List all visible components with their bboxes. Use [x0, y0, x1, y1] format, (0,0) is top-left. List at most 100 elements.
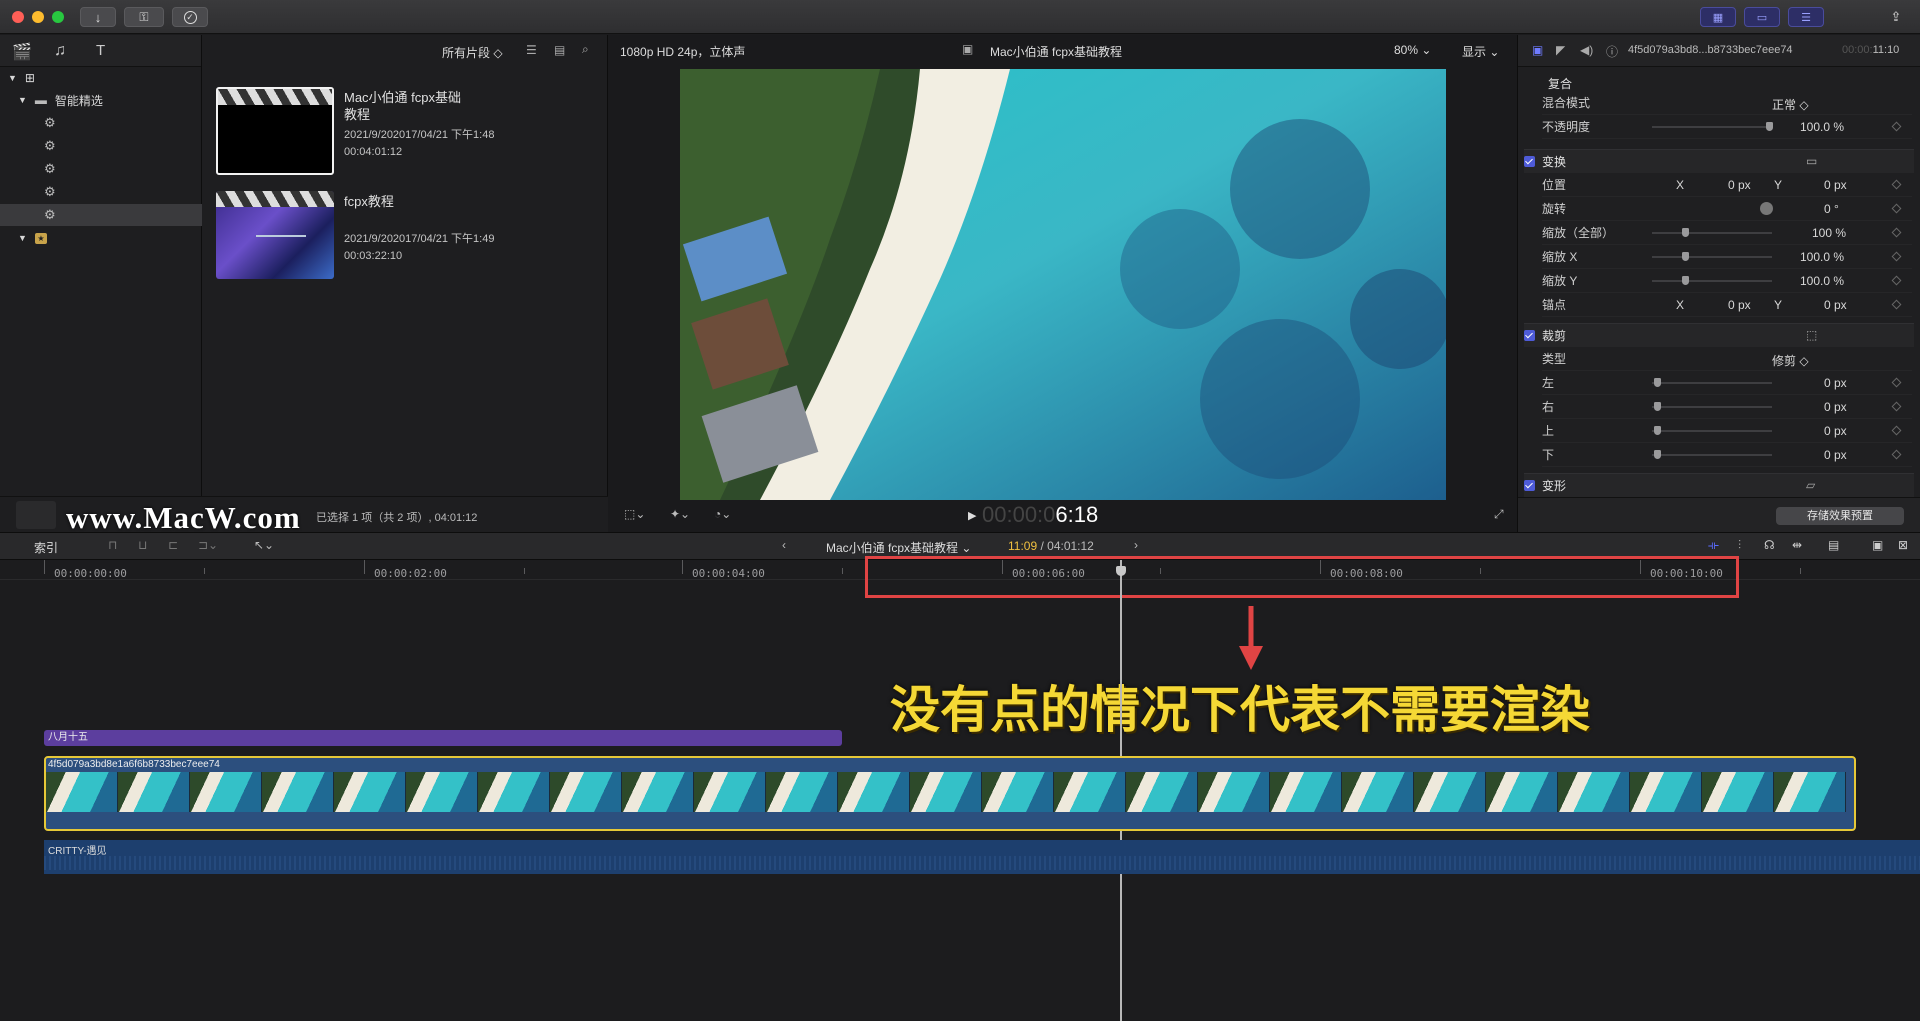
background-tasks-button[interactable]: ✓ — [172, 7, 208, 27]
crop-right-value[interactable]: 0 px — [1824, 400, 1847, 414]
scale-y-knob[interactable] — [1682, 276, 1689, 285]
filmstrip-icon[interactable]: ▤ — [554, 43, 565, 57]
video-inspector-icon[interactable]: ▣ — [1532, 43, 1543, 57]
disclosure-triangle-icon[interactable]: ▼ — [8, 73, 17, 83]
effects-browser-icon[interactable]: ▣ — [1872, 538, 1883, 552]
zoom-dropdown[interactable]: 80% ⌄ — [1394, 43, 1431, 57]
keyframe-icon[interactable] — [1891, 425, 1902, 436]
fullscreen-icon[interactable]: ⤢ — [1494, 507, 1504, 522]
smart-collection-item[interactable]: ⚙ — [0, 181, 202, 203]
audio-inspector-icon[interactable]: ◀) — [1580, 43, 1593, 57]
smart-collection-item[interactable]: ⚙ — [0, 112, 202, 134]
browser-clip[interactable]: Mac小伯通 fcpx基础 教程 2021/9/202017/04/21 下午1… — [214, 87, 594, 179]
audio-clip[interactable]: CRITTY-遇见 — [44, 840, 1920, 874]
titles-generators-icon[interactable]: T — [96, 42, 105, 59]
keyframe-icon[interactable] — [1891, 377, 1902, 388]
crop-right-slider[interactable] — [1652, 406, 1772, 408]
crop-checkbox[interactable] — [1524, 330, 1535, 341]
distort-onscreen-icon[interactable]: ▱ — [1806, 478, 1815, 492]
insert-clip-icon[interactable]: ⊔ — [138, 538, 147, 552]
photos-audio-icon[interactable]: ♫ — [54, 42, 66, 60]
search-icon[interactable]: ⌕ — [582, 42, 589, 57]
smart-collections-folder[interactable]: ▼ ▬ 智能精选 — [0, 89, 202, 111]
crop-right-knob[interactable] — [1654, 402, 1661, 411]
headphones-icon[interactable]: ☊ — [1764, 538, 1775, 552]
scale-y-slider[interactable] — [1652, 280, 1772, 282]
overwrite-clip-icon[interactable]: ⊐⌄ — [198, 538, 218, 552]
opacity-value[interactable]: 100.0 % — [1800, 120, 1844, 134]
clip-filter-dropdown[interactable]: 所有片段 ◇ — [442, 44, 503, 61]
clip-thumbnail[interactable] — [216, 191, 334, 279]
keywords-button[interactable]: ⚿ — [124, 7, 164, 27]
event-item[interactable]: ▼ ★ — [0, 227, 202, 249]
crop-top-knob[interactable] — [1654, 426, 1661, 435]
clip-appearance-icon[interactable]: ☰ — [526, 43, 537, 57]
keyframe-icon[interactable] — [1891, 179, 1902, 190]
viewer-video-frame[interactable] — [680, 69, 1446, 500]
keyframe-icon[interactable] — [1891, 203, 1902, 214]
scale-x-slider[interactable] — [1652, 256, 1772, 258]
keyframe-icon[interactable] — [1891, 275, 1902, 286]
browser-clip[interactable]: fcpx教程 2021/9/202017/04/21 下午1:49 00:03:… — [214, 191, 594, 283]
playhead-handle[interactable] — [1116, 566, 1126, 576]
transform-onscreen-icon[interactable]: ▭ — [1806, 154, 1817, 168]
keyframe-icon[interactable] — [1891, 227, 1902, 238]
connect-clip-icon[interactable]: ⊓ — [108, 538, 117, 552]
save-effects-preset-button[interactable]: 存储效果预置 — [1776, 507, 1904, 525]
position-y-value[interactable]: 0 px — [1824, 178, 1847, 192]
position-x-value[interactable]: 0 px — [1728, 178, 1751, 192]
crop-left-knob[interactable] — [1654, 378, 1661, 387]
crop-left-slider[interactable] — [1652, 382, 1772, 384]
transform-tool-icon[interactable]: ⬚⌄ — [624, 507, 645, 521]
back-icon[interactable]: ‹ — [782, 538, 786, 552]
scale-y-value[interactable]: 100.0 % — [1800, 274, 1844, 288]
crop-type-dropdown[interactable]: 修剪 ◇ — [1772, 352, 1809, 369]
skimming-icon[interactable]: ⟛ — [1708, 538, 1719, 553]
crop-top-value[interactable]: 0 px — [1824, 424, 1847, 438]
crop-bottom-slider[interactable] — [1652, 454, 1772, 456]
import-button[interactable]: ↓ — [80, 7, 116, 27]
keyframe-icon[interactable] — [1891, 299, 1902, 310]
minimize-window-button[interactable] — [32, 11, 44, 23]
rotation-dial-icon[interactable] — [1760, 202, 1773, 215]
crop-bottom-value[interactable]: 0 px — [1824, 448, 1847, 462]
timeline-layout-button[interactable]: ▭ — [1744, 7, 1780, 27]
disclosure-triangle-icon[interactable]: ▼ — [18, 233, 27, 243]
anchor-x-value[interactable]: 0 px — [1728, 298, 1751, 312]
clip-appearance-icon[interactable]: ▤ — [1828, 538, 1839, 552]
share-button[interactable]: ⇪ — [1882, 7, 1910, 27]
zoom-window-button[interactable] — [52, 11, 64, 23]
close-window-button[interactable] — [12, 11, 24, 23]
scale-x-value[interactable]: 100.0 % — [1800, 250, 1844, 264]
inspector-layout-button[interactable]: ☰ — [1788, 7, 1824, 27]
opacity-slider[interactable] — [1652, 126, 1772, 128]
append-clip-icon[interactable]: ⊏ — [168, 538, 178, 552]
anchor-y-value[interactable]: 0 px — [1824, 298, 1847, 312]
crop-bottom-knob[interactable] — [1654, 450, 1661, 459]
smart-collection-item-selected[interactable]: ⚙ — [0, 204, 202, 226]
timeline-project-name[interactable]: Mac小伯通 fcpx基础教程 ⌄ — [826, 539, 971, 556]
keyframe-icon[interactable] — [1891, 401, 1902, 412]
speed-icon[interactable]: ◔⌄ — [714, 507, 731, 521]
distort-checkbox[interactable] — [1524, 480, 1535, 491]
audio-skimming-icon[interactable]: ⫶ — [1738, 538, 1741, 553]
crop-onscreen-icon[interactable]: ⬚ — [1806, 328, 1817, 342]
transform-checkbox[interactable] — [1524, 156, 1535, 167]
crop-left-value[interactable]: 0 px — [1824, 376, 1847, 390]
scale-x-knob[interactable] — [1682, 252, 1689, 261]
title-clip[interactable]: 八月十五 — [44, 730, 842, 746]
forward-icon[interactable]: › — [1134, 538, 1138, 552]
transitions-browser-icon[interactable]: ⊠ — [1898, 538, 1908, 552]
libraries-icon[interactable]: 🎬 — [12, 42, 32, 62]
browser-layout-button[interactable]: ▦ — [1700, 7, 1736, 27]
distort-section[interactable]: 变形 ▱ — [1524, 473, 1914, 497]
scale-all-value[interactable]: 100 % — [1812, 226, 1846, 240]
disclosure-triangle-icon[interactable]: ▼ — [18, 95, 27, 105]
crop-top-slider[interactable] — [1652, 430, 1772, 432]
video-clip[interactable]: 4f5d079a3bd8e1a6f6b8733bec7eee74 — [44, 756, 1856, 831]
scale-all-knob[interactable] — [1682, 228, 1689, 237]
clip-thumbnail[interactable] — [216, 87, 334, 175]
select-tool-icon[interactable]: ↖⌄ — [254, 538, 274, 552]
index-button[interactable]: 索引 — [34, 539, 58, 556]
keyframe-icon[interactable] — [1891, 121, 1902, 132]
